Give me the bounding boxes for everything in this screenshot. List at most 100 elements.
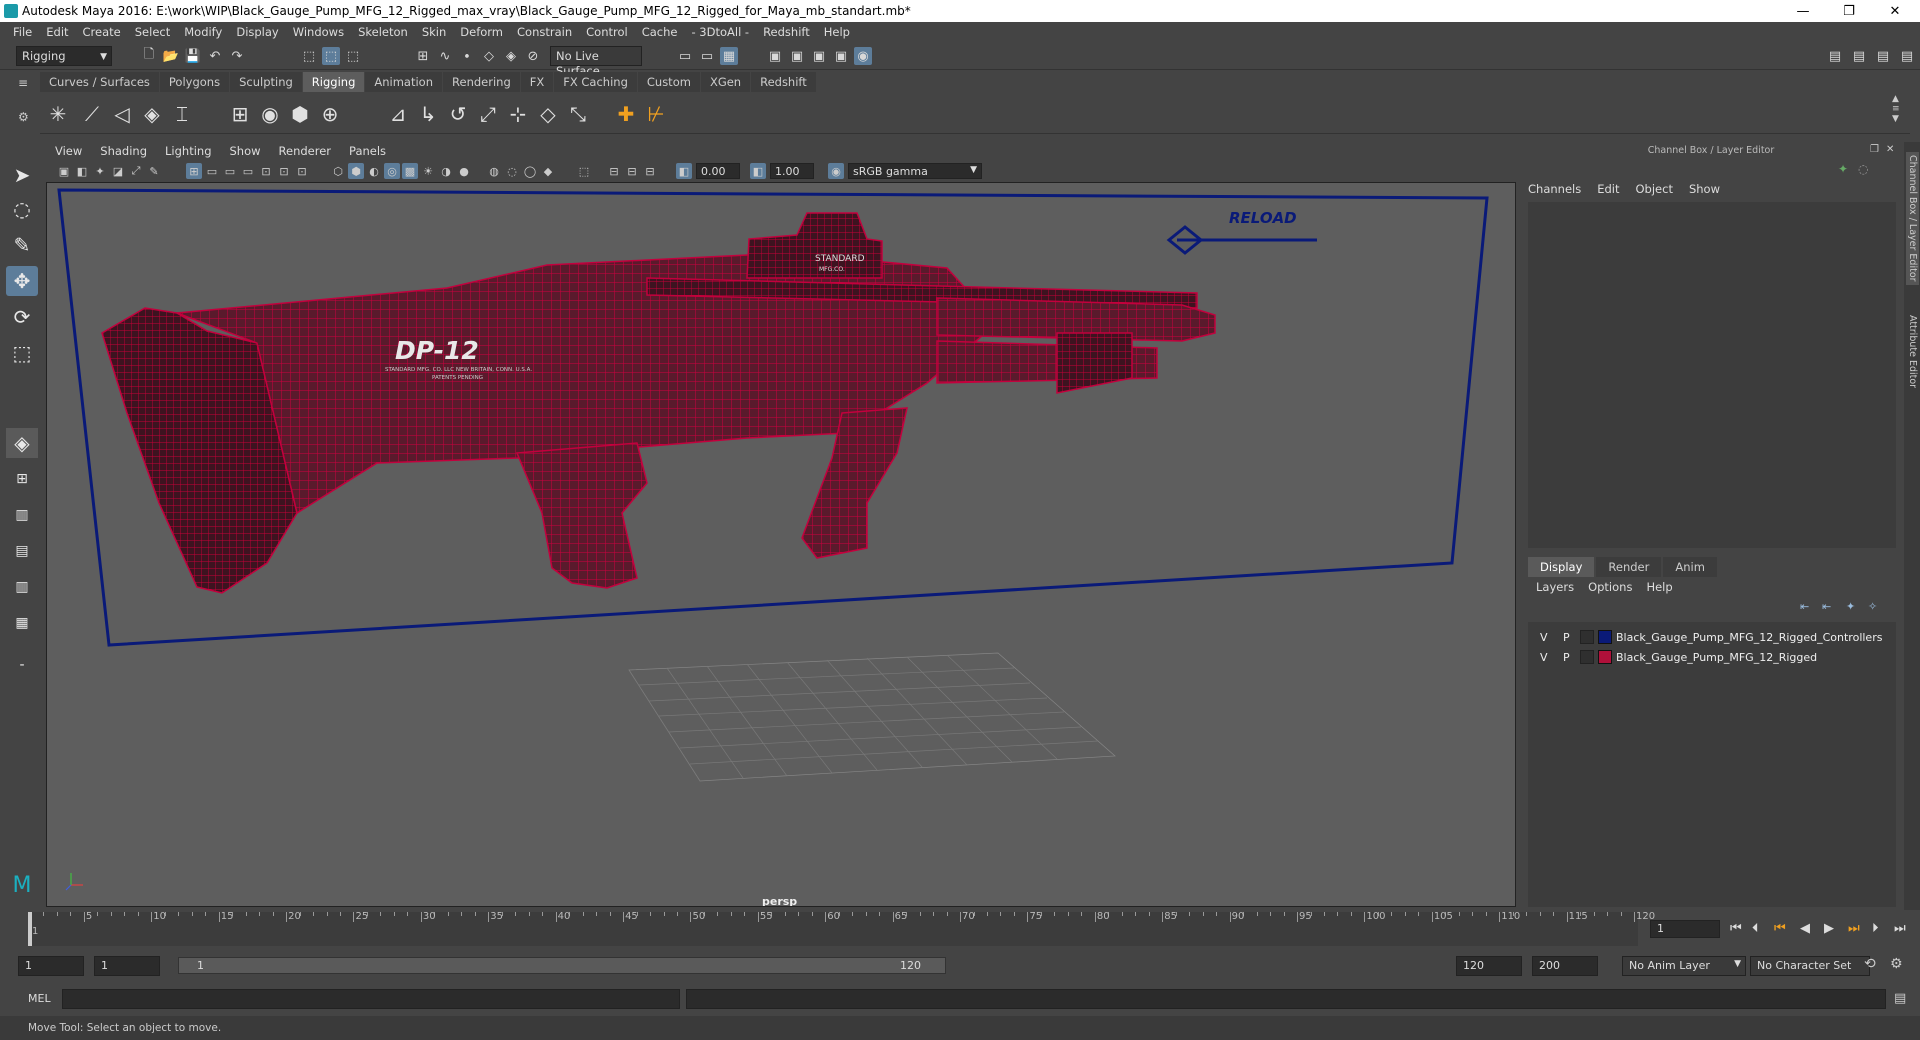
tool-settings-toggle-icon[interactable]: ▤: [1874, 47, 1892, 65]
locator-icon[interactable]: ✚: [612, 100, 640, 128]
backface-culling-icon[interactable]: ⊟: [642, 163, 658, 179]
channel-box-area[interactable]: [1528, 202, 1896, 548]
layer-row[interactable]: V P Black_Gauge_Pump_MFG_12_Rigged: [1528, 648, 1896, 666]
minimize-button[interactable]: —: [1780, 0, 1826, 22]
wireframe-on-shaded-icon[interactable]: ◎: [384, 163, 400, 179]
grid-icon[interactable]: ⊞: [186, 163, 202, 179]
attribute-editor-toggle-icon[interactable]: ▤: [1850, 47, 1868, 65]
panel-menu-renderer[interactable]: Renderer: [279, 144, 332, 158]
layer-playback-toggle[interactable]: P: [1563, 651, 1570, 664]
paint-select-tool-icon[interactable]: ✎: [6, 230, 38, 260]
go-to-start-icon[interactable]: ⏮: [1730, 921, 1742, 936]
create-joints-icon[interactable]: ✳: [44, 100, 72, 128]
channel-box-settings-icon[interactable]: ◌: [1858, 162, 1868, 176]
exposure-field[interactable]: 0.00: [696, 163, 740, 179]
isolate-select-icon[interactable]: ⬚: [576, 163, 592, 179]
menu-skin[interactable]: Skin: [422, 25, 446, 39]
bind-skin-icon[interactable]: ⊞: [226, 100, 254, 128]
range-slider[interactable]: 1 120: [178, 957, 946, 974]
step-back-icon[interactable]: ⏴: [1752, 921, 1759, 936]
tab-fx-caching[interactable]: FX Caching: [554, 72, 637, 92]
maya-home-icon[interactable]: M: [6, 870, 38, 900]
render-view-icon[interactable]: ▣: [766, 47, 784, 65]
time-slider-track[interactable]: 1 5 10 15 20 25 30 35 40 45 50 55 60 65 70 75 80 85 90 95 10…: [28, 911, 1655, 946]
scale-constraint-icon[interactable]: ⤢: [474, 100, 502, 128]
shotgun-model[interactable]: [101, 212, 1216, 594]
grease-pencil-icon[interactable]: ✎: [146, 163, 162, 179]
layer-playback-toggle[interactable]: P: [1563, 631, 1570, 644]
tab-animation[interactable]: Animation: [365, 72, 443, 92]
le-menu-help[interactable]: Help: [1646, 580, 1672, 594]
xray-joints-icon[interactable]: ⊟: [606, 163, 622, 179]
layer-color-swatch[interactable]: [1598, 630, 1612, 644]
side-tab-attribute-editor[interactable]: Attribute Editor: [1906, 312, 1919, 391]
resolution-gate-icon[interactable]: ▭: [222, 163, 238, 179]
xray-active-icon[interactable]: ⊟: [624, 163, 640, 179]
move-layer-down-icon[interactable]: ⇤: [1822, 600, 1831, 613]
open-scene-icon[interactable]: 📂: [162, 47, 180, 65]
move-tool-icon[interactable]: ✥: [6, 266, 38, 296]
menu-skeleton[interactable]: Skeleton: [358, 25, 408, 39]
menu-display[interactable]: Display: [236, 25, 278, 39]
tab-render[interactable]: Render: [1596, 557, 1662, 577]
side-tab-channel-box[interactable]: Channel Box / Layer Editor: [1906, 152, 1919, 285]
use-default-material-icon[interactable]: ◐: [366, 163, 382, 179]
script-editor-icon[interactable]: ▤: [1894, 991, 1906, 1006]
play-backwards-icon[interactable]: ◀: [1800, 921, 1810, 936]
current-time-marker[interactable]: [28, 912, 32, 946]
tab-rendering[interactable]: Rendering: [443, 72, 520, 92]
camera-attributes-icon[interactable]: ◧: [74, 163, 90, 179]
tab-curves-surfaces[interactable]: Curves / Surfaces: [40, 72, 159, 92]
panel-menu-shading[interactable]: Shading: [100, 144, 147, 158]
color-management-icon[interactable]: ◉: [828, 163, 844, 179]
le-menu-layers[interactable]: Layers: [1536, 580, 1574, 594]
select-hierarchy-icon[interactable]: ⬚: [300, 47, 318, 65]
channel-box-options-icon[interactable]: ✦: [1838, 162, 1848, 176]
live-surface-field[interactable]: No Live Surface: [550, 46, 642, 78]
cb-menu-channels[interactable]: Channels: [1528, 182, 1581, 196]
snap-surface-icon[interactable]: ◈: [502, 47, 520, 65]
ik-handle-icon[interactable]: ⌶: [168, 100, 196, 128]
layer-row[interactable]: V P Black_Gauge_Pump_MFG_12_Rigged_Contr…: [1528, 628, 1896, 646]
custom-layout-icon[interactable]: -: [6, 650, 38, 680]
depth-of-field-icon[interactable]: ◯: [522, 163, 538, 179]
channel-box-toggle-icon[interactable]: ▤: [1898, 47, 1916, 65]
select-component-icon[interactable]: ⬚: [344, 47, 362, 65]
panel-menu-view[interactable]: View: [55, 144, 82, 158]
pistol-grip[interactable]: [515, 442, 648, 589]
restore-button[interactable]: ❐: [1826, 0, 1872, 22]
tab-rigging[interactable]: Rigging: [302, 72, 365, 92]
uv-editor-layout-icon[interactable]: ▦: [6, 608, 38, 638]
menu-help[interactable]: Help: [824, 25, 850, 39]
parent-constraint-icon[interactable]: ⊹: [504, 100, 532, 128]
redo-icon[interactable]: ↷: [228, 47, 246, 65]
view-transform-dropdown[interactable]: sRGB gamma ▼: [848, 163, 982, 179]
select-camera-icon[interactable]: ▣: [56, 163, 72, 179]
motion-blur-icon[interactable]: ◍: [486, 163, 502, 179]
gamma-field[interactable]: 1.00: [770, 163, 814, 179]
geometry-constraint-icon[interactable]: ◇: [534, 100, 562, 128]
gamma-toggle-icon[interactable]: ◧: [750, 163, 766, 179]
ipr-render-icon[interactable]: ▣: [810, 47, 828, 65]
make-live-icon[interactable]: ⊘: [524, 47, 542, 65]
ambient-occlusion-icon[interactable]: ●: [456, 163, 472, 179]
shelf-settings-icon[interactable]: ⚙: [18, 110, 32, 124]
menu-set-dropdown[interactable]: Rigging ▼: [16, 46, 112, 66]
shadows-icon[interactable]: ◑: [438, 163, 454, 179]
layer-display-type[interactable]: [1580, 630, 1594, 644]
animation-end-field[interactable]: 200: [1532, 956, 1598, 976]
float-panel-icon[interactable]: ❐: [1870, 144, 1879, 155]
menu-redshift[interactable]: Redshift: [763, 25, 810, 39]
textured-icon[interactable]: ▩: [402, 163, 418, 179]
image-plane-icon[interactable]: ◪: [110, 163, 126, 179]
wireframe-icon[interactable]: ⬡: [330, 163, 346, 179]
gate-mask-icon[interactable]: ▭: [240, 163, 256, 179]
paint-weights-icon[interactable]: ◉: [256, 100, 284, 128]
cluster-icon[interactable]: ⊕: [316, 100, 344, 128]
close-panel-icon[interactable]: ✕: [1886, 144, 1894, 155]
mirror-joint-icon[interactable]: ◁: [108, 100, 136, 128]
four-view-layout-icon[interactable]: ⊞: [6, 464, 38, 494]
step-back-key-icon[interactable]: ⏮: [1774, 921, 1786, 936]
new-layer-selected-icon[interactable]: ✧: [1868, 600, 1877, 613]
new-scene-icon[interactable]: 🗋: [140, 47, 158, 65]
